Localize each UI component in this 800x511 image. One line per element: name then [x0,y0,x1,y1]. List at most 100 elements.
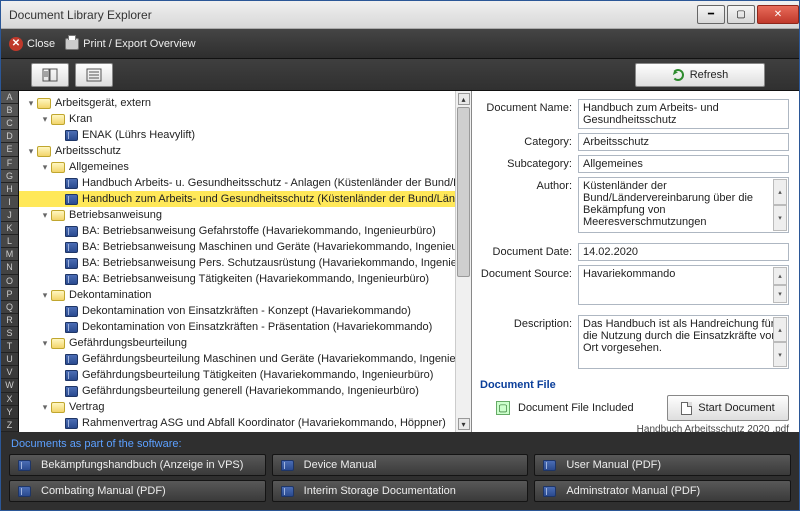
book-icon [65,322,78,333]
document-source-field[interactable]: Havariekommando▴▾ [578,265,789,305]
footer-doc-button[interactable]: Adminstrator Manual (PDF) [534,480,791,502]
az-o[interactable]: O [1,275,18,288]
window-close-button[interactable]: ✕ [757,5,799,24]
tree-folder[interactable]: ▾Betriebsanweisung [19,207,471,223]
az-e[interactable]: E [1,143,18,156]
document-date-field[interactable]: 14.02.2020 [578,243,789,261]
book-icon [65,306,78,317]
tree-item-selected[interactable]: Handbuch zum Arbeits- und Gesundheitssch… [19,191,471,207]
spin-down-icon[interactable]: ▾ [773,342,787,367]
folder-icon [51,210,65,221]
folder-icon [37,98,51,109]
spin-down-icon[interactable]: ▾ [773,285,787,303]
book-icon [65,386,78,397]
tree-folder[interactable]: ▾Bekämpfungsgeräte [19,431,471,432]
az-b[interactable]: B [1,104,18,117]
az-x[interactable]: X [1,393,18,406]
author-field[interactable]: Küstenländer der Bund/Ländervereinbarung… [578,177,789,233]
footer-doc-button[interactable]: Device Manual [272,454,529,476]
az-u[interactable]: U [1,353,18,366]
tree-item[interactable]: BA: Betriebsanweisung Maschinen und Gerä… [19,239,471,255]
az-v[interactable]: V [1,366,18,379]
refresh-button[interactable]: Refresh [635,63,765,87]
maximize-button[interactable]: ▢ [727,5,755,24]
tree-folder[interactable]: ▾Gefährdungsbeurteilung [19,335,471,351]
az-j[interactable]: J [1,209,18,222]
subcategory-field[interactable]: Allgemeines [578,155,789,173]
az-y[interactable]: Y [1,406,18,419]
scroll-up-icon[interactable]: ▴ [458,93,470,105]
az-h[interactable]: H [1,183,18,196]
tree-folder[interactable]: ▾Vertrag [19,399,471,415]
book-icon [281,486,294,497]
az-w[interactable]: W [1,379,18,392]
az-g[interactable]: G [1,170,18,183]
close-label: Close [27,38,55,50]
category-field[interactable]: Arbeitsschutz [578,133,789,151]
folder-icon [51,338,65,349]
az-l[interactable]: L [1,235,18,248]
minimize-button[interactable]: ━ [697,5,725,24]
tree-item[interactable]: Rahmenvertrag ASG und Abfall Koordinator… [19,415,471,431]
label-document-date: Document Date: [480,243,578,261]
spin-up-icon[interactable]: ▴ [773,317,787,342]
book-icon [65,354,78,365]
tree-item[interactable]: BA: Betriebsanweisung Gefahrstoffe (Hava… [19,223,471,239]
az-t[interactable]: T [1,340,18,353]
footer-doc-button[interactable]: User Manual (PDF) [534,454,791,476]
tree-folder[interactable]: ▾Arbeitsschutz [19,143,471,159]
footer-doc-button[interactable]: Bekämpfungshandbuch (Anzeige in VPS) [9,454,266,476]
az-a[interactable]: A [1,91,18,104]
tree-item[interactable]: Gefährdungsbeurteilung generell (Havarie… [19,383,471,399]
tree-folder[interactable]: ▾Arbeitsgerät, extern [19,95,471,111]
tree-item[interactable]: ENAK (Lührs Heavylift) [19,127,471,143]
az-c[interactable]: C [1,117,18,130]
folder-icon [51,114,65,125]
az-r[interactable]: R [1,314,18,327]
az-d[interactable]: D [1,130,18,143]
footer-doc-button[interactable]: Combating Manual (PDF) [9,480,266,502]
refresh-icon [672,69,684,81]
az-i[interactable]: I [1,196,18,209]
tree-item[interactable]: Dekontamination von Einsatzkräften - Prä… [19,319,471,335]
expand-view-button[interactable] [31,63,69,87]
az-p[interactable]: P [1,288,18,301]
tree-item[interactable]: BA: Betriebsanweisung Tätigkeiten (Havar… [19,271,471,287]
close-button[interactable]: ✕ Close [9,37,55,51]
content-area: ABCDEFGHIJKLMNOPQRSTUVWXYZ ▾Arbeitsgerät… [1,91,799,432]
list-view-icon [86,68,102,82]
start-document-button[interactable]: Start Document [667,395,789,421]
tree-scrollbar[interactable]: ▴ ▾ [455,91,471,432]
print-export-button[interactable]: Print / Export Overview [65,38,195,50]
az-s[interactable]: S [1,327,18,340]
collapse-view-button[interactable] [75,63,113,87]
details-panel: Document Name:Handbuch zum Arbeits- und … [471,91,799,432]
footer-header: Documents as part of the software: [11,438,791,450]
tree-item[interactable]: BA: Betriebsanweisung Pers. Schutzausrüs… [19,255,471,271]
book-icon [65,130,78,141]
az-f[interactable]: F [1,157,18,170]
file-included-checkbox[interactable]: ▢ [496,401,510,415]
tree-folder[interactable]: ▾Allgemeines [19,159,471,175]
book-icon [65,178,78,189]
description-field[interactable]: Das Handbuch ist als Handreichung für di… [578,315,789,369]
az-m[interactable]: M [1,248,18,261]
az-k[interactable]: K [1,222,18,235]
tree-folder[interactable]: ▾Dekontamination [19,287,471,303]
spin-down-icon[interactable]: ▾ [773,205,787,231]
tree-item[interactable]: Handbuch Arbeits- u. Gesundheitsschutz -… [19,175,471,191]
tree-item[interactable]: Gefährdungsbeurteilung Tätigkeiten (Hava… [19,367,471,383]
footer-doc-button[interactable]: Interim Storage Documentation [272,480,529,502]
scroll-thumb[interactable] [457,107,470,277]
az-z[interactable]: Z [1,419,18,432]
az-n[interactable]: N [1,261,18,274]
az-q[interactable]: Q [1,301,18,314]
tree-item[interactable]: Dekontamination von Einsatzkräften - Kon… [19,303,471,319]
scroll-down-icon[interactable]: ▾ [458,418,470,430]
tree-folder[interactable]: ▾Kran [19,111,471,127]
tree-item[interactable]: Gefährdungsbeurteilung Maschinen und Ger… [19,351,471,367]
book-icon [65,226,78,237]
document-name-field[interactable]: Handbuch zum Arbeits- und Gesundheitssch… [578,99,789,129]
spin-up-icon[interactable]: ▴ [773,179,787,205]
spin-up-icon[interactable]: ▴ [773,267,787,285]
